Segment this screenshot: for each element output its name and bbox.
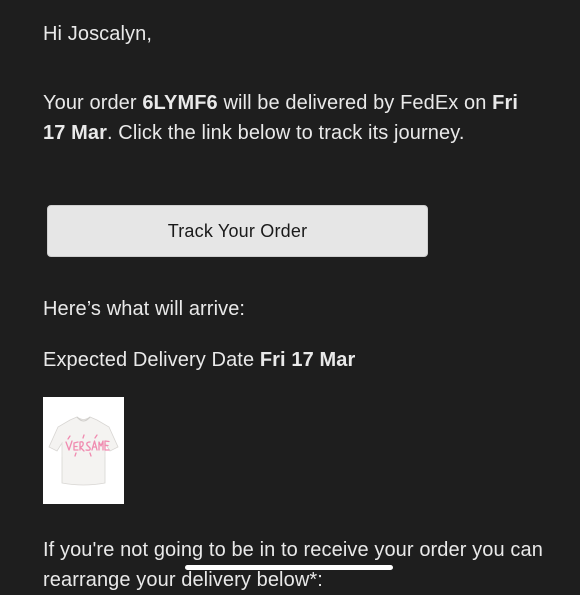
order-number: 6LYMF6 bbox=[142, 92, 218, 114]
email-body: Hi Joscalyn, Your order 6LYMF6 will be d… bbox=[0, 0, 580, 591]
track-order-button[interactable]: Track Your Order bbox=[47, 205, 428, 257]
order-message: Your order 6LYMF6 will be delivered by F… bbox=[43, 88, 543, 148]
expected-date: Fri 17 Mar bbox=[259, 349, 356, 371]
product-image[interactable] bbox=[43, 397, 124, 504]
tshirt-icon bbox=[43, 397, 124, 504]
home-indicator[interactable] bbox=[185, 565, 393, 570]
order-text-before: Your order bbox=[43, 92, 143, 114]
expected-label: Expected Delivery Date bbox=[43, 349, 260, 371]
greeting: Hi Joscalyn, bbox=[43, 23, 153, 45]
order-text-after: . Click the link below to track its jour… bbox=[106, 122, 465, 144]
order-text-carrier: will be delivered by FedEx on bbox=[217, 92, 493, 114]
arrive-heading: Here’s what will arrive: bbox=[43, 298, 246, 320]
expected-delivery: Expected Delivery Date Fri 17 Mar bbox=[43, 345, 355, 375]
